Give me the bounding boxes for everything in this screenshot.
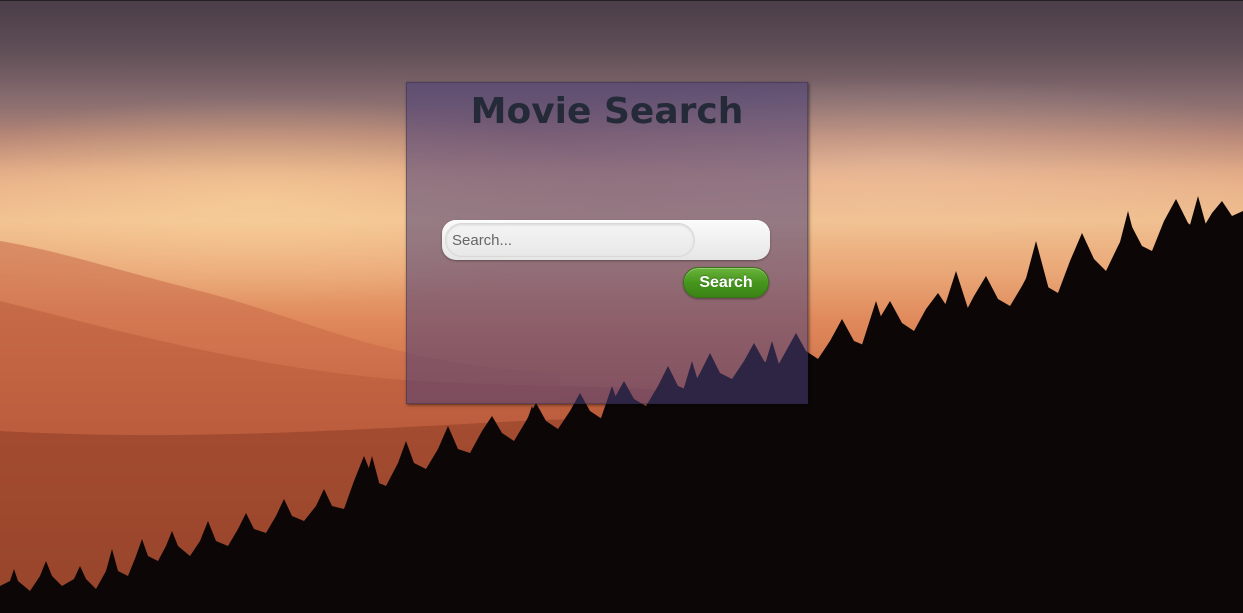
search-input[interactable] [445,223,695,257]
page-title: Movie Search [470,91,744,132]
search-bar [442,220,770,260]
page-background: Movie Search Search [0,0,1243,613]
search-button[interactable]: Search [683,267,769,298]
search-panel: Movie Search Search [406,82,808,404]
